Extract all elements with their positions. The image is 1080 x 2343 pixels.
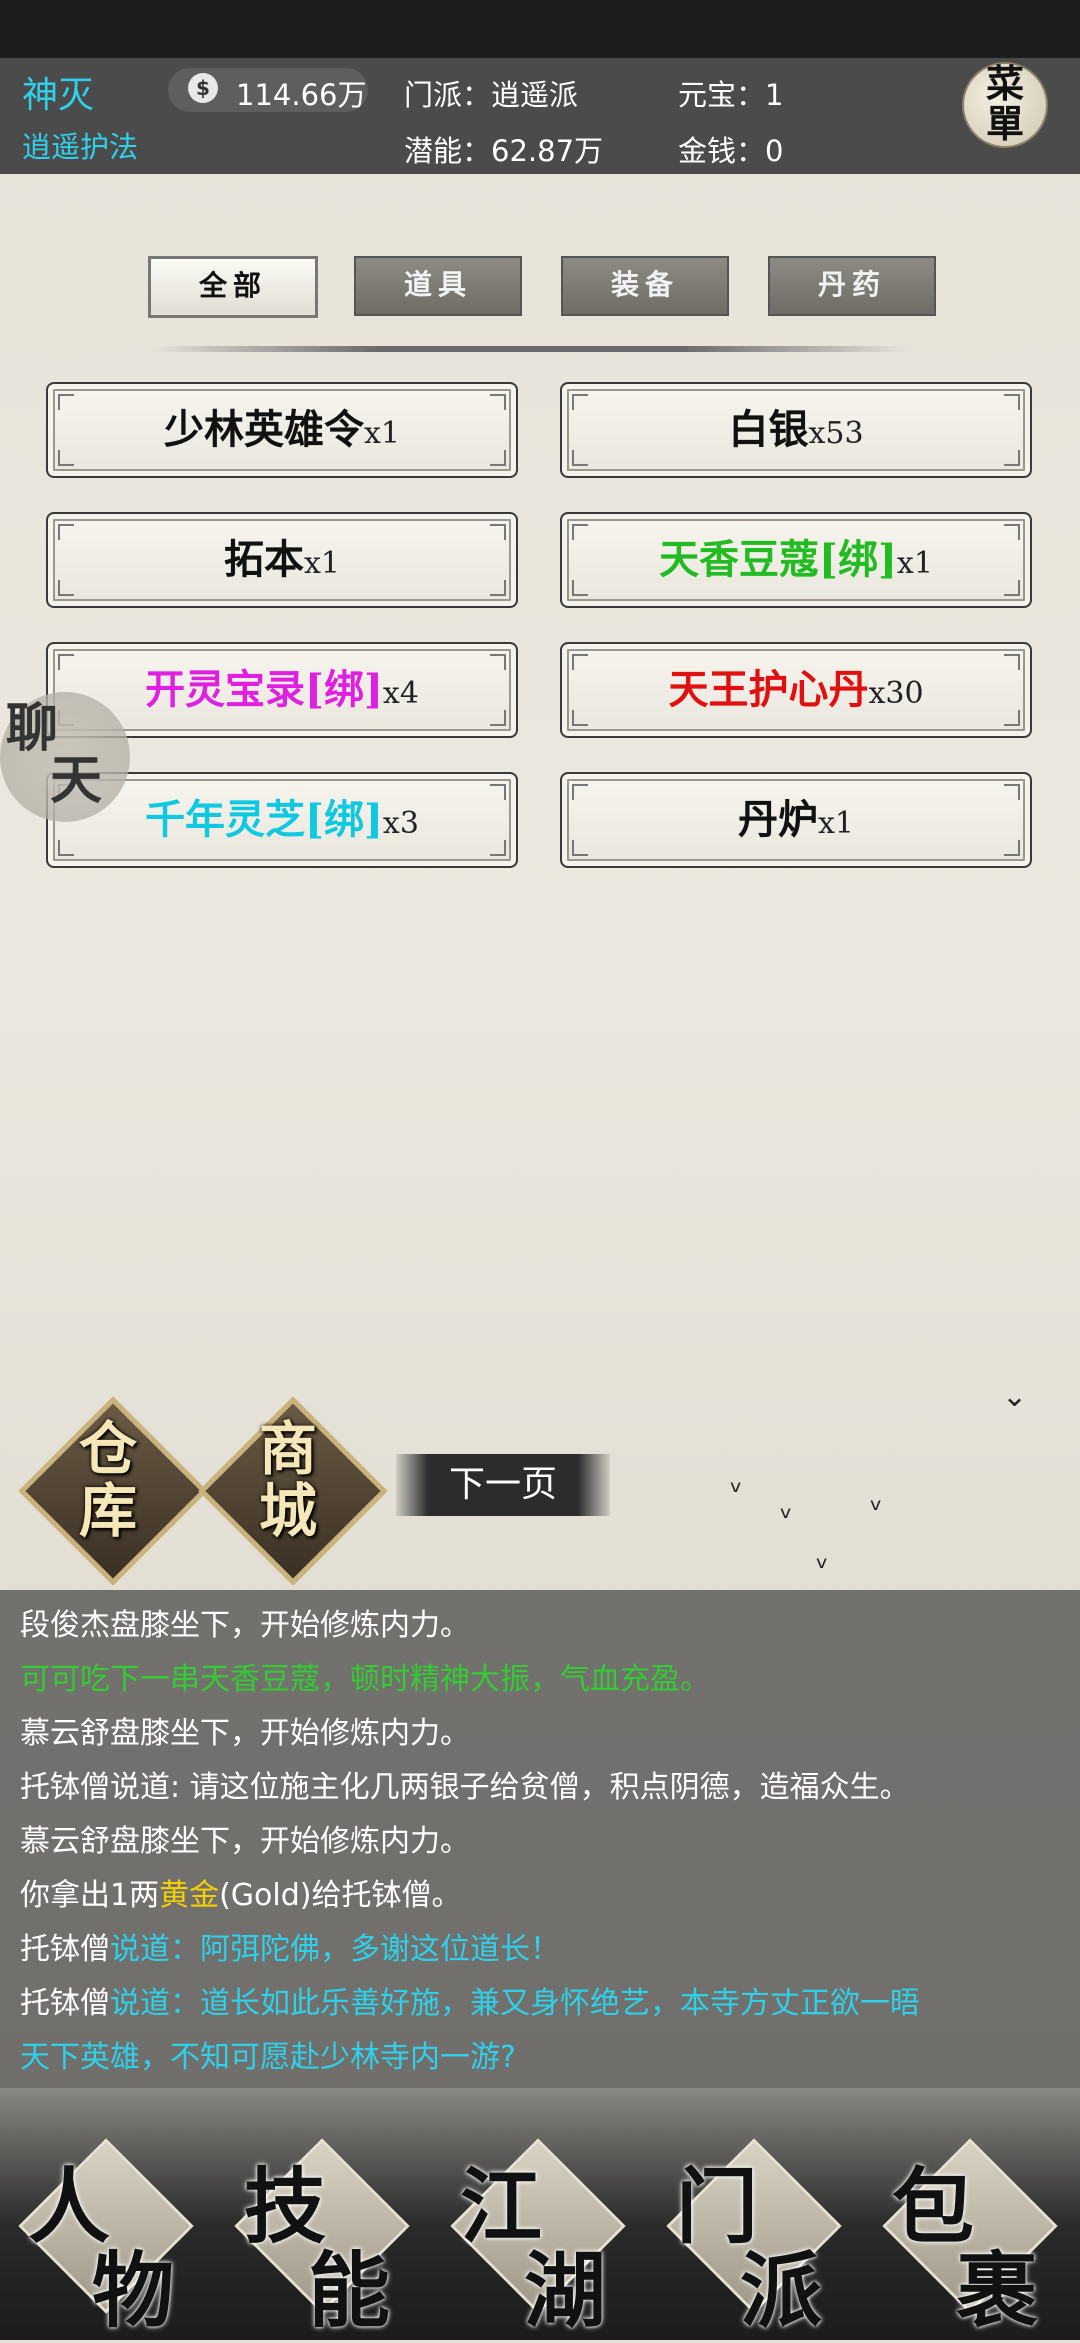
log-line: 托钵僧说道: 请这位施主化几两银子给贫僧，积点阴德，造福众生。 bbox=[20, 1770, 910, 1805]
log-line: 慕云舒盘膝坐下，开始修炼内力。 bbox=[20, 1824, 470, 1859]
player-header: 神灭 逍遥护法 $ 114.66万 门派：逍遥派 潜能：62.87万 元宝：1 … bbox=[0, 58, 1080, 174]
item-label: 丹炉x1 bbox=[562, 774, 1030, 866]
menu-char: 單 bbox=[985, 101, 1024, 146]
player-title: 逍遥护法 bbox=[22, 130, 139, 164]
item-qty: x1 bbox=[363, 416, 400, 451]
log-text-gold: 黄金 bbox=[159, 1878, 220, 1913]
bird-decoration: ⌄ bbox=[1002, 1379, 1028, 1414]
tab-props[interactable]: 道具 bbox=[354, 256, 522, 316]
warehouse-label: 仓库 bbox=[68, 1418, 148, 1542]
item-label: 拓本x1 bbox=[48, 514, 516, 606]
bird-decoration: ᵛ bbox=[730, 1475, 743, 1510]
item-label: 白银x53 bbox=[562, 384, 1030, 476]
tab-divider bbox=[150, 346, 910, 352]
log-line: 天下英雄，不知可愿赴少林寺内一游? bbox=[20, 2040, 516, 2075]
potential-label: 潜能：62.87万 bbox=[404, 134, 604, 168]
log-line: 你拿出1两黄金(Gold)给托钵僧。 bbox=[20, 1870, 461, 1914]
item-name: 少林英雄令 bbox=[163, 406, 364, 453]
inventory-item[interactable]: 拓本x1 bbox=[46, 512, 518, 608]
warehouse-char: 库 bbox=[78, 1477, 137, 1545]
nav-char: 物 bbox=[92, 2243, 175, 2339]
shop-char: 商 bbox=[258, 1415, 317, 1483]
next-page-button[interactable]: 下一页 bbox=[396, 1454, 610, 1516]
log-line: 托钵僧说道：道长如此乐善好施，兼又身怀绝艺，本寺方丈正欲一晤 bbox=[20, 1978, 920, 2022]
chat-button[interactable]: 聊 天 bbox=[0, 692, 130, 822]
log-line: 慕云舒盘膝坐下，开始修炼内力。 bbox=[20, 1716, 470, 1751]
log-line: 段俊杰盘膝坐下，开始修炼内力。 bbox=[20, 1608, 470, 1643]
player-name[interactable]: 神灭 bbox=[22, 66, 94, 118]
item-qty: x1 bbox=[896, 546, 933, 581]
item-name: 白银 bbox=[728, 406, 809, 453]
item-qty: x30 bbox=[868, 676, 924, 711]
nav-sect[interactable]: 门 派 bbox=[648, 2120, 848, 2339]
money-label: 金钱：0 bbox=[678, 134, 784, 168]
item-name: 天香豆蔻[绑] bbox=[659, 536, 897, 583]
log-text-cyan: 说道：道长如此乐善好施，兼又身怀绝艺，本寺方丈正欲一晤 bbox=[110, 1986, 920, 2021]
tab-all[interactable]: 全部 bbox=[148, 256, 318, 318]
yuanbao-label: 元宝：1 bbox=[678, 78, 784, 112]
chat-char: 聊 bbox=[6, 698, 59, 759]
tab-equipment[interactable]: 装备 bbox=[561, 256, 729, 316]
warehouse-char: 仓 bbox=[78, 1415, 137, 1483]
nav-char: 能 bbox=[308, 2243, 391, 2339]
status-bar bbox=[0, 0, 1080, 58]
menu-button[interactable]: 菜 單 bbox=[962, 62, 1048, 148]
nav-char: 派 bbox=[740, 2243, 823, 2339]
log-text: 托钵僧 bbox=[20, 1986, 110, 2021]
item-label: 天王护心丹x30 bbox=[562, 644, 1030, 736]
coin-amount: 114.66万 bbox=[236, 78, 367, 112]
log-line: 托钵僧说道：阿弭陀佛，多谢这位道长！ bbox=[20, 1924, 560, 1968]
nav-char: 湖 bbox=[524, 2243, 607, 2339]
item-name: 丹炉 bbox=[737, 796, 818, 843]
item-name: 天王护心丹 bbox=[668, 666, 869, 713]
log-line: 可可吃下一串天香豆蔻，顿时精神大振，气血充盈。 bbox=[20, 1662, 710, 1697]
item-name: 千年灵芝[绑] bbox=[145, 796, 383, 843]
tab-elixir[interactable]: 丹药 bbox=[768, 256, 936, 316]
shop-char: 城 bbox=[258, 1477, 317, 1545]
bird-decoration: ᵛ bbox=[816, 1551, 829, 1586]
nav-skills[interactable]: 技 能 bbox=[216, 2120, 416, 2339]
item-qty: x4 bbox=[382, 676, 419, 711]
item-label: 天香豆蔻[绑]x1 bbox=[562, 514, 1030, 606]
bird-decoration: ᵛ bbox=[870, 1493, 883, 1528]
item-qty: x53 bbox=[808, 416, 864, 451]
shop-label: 商城 bbox=[248, 1418, 328, 1542]
menu-char: 菜 bbox=[985, 61, 1024, 106]
chat-char: 天 bbox=[50, 750, 103, 811]
inventory-item[interactable]: 丹炉x1 bbox=[560, 772, 1032, 868]
message-log: 段俊杰盘膝坐下，开始修炼内力。 可可吃下一串天香豆蔻，顿时精神大振，气血充盈。 … bbox=[0, 1590, 1080, 2088]
yin-yang-icon: $ bbox=[188, 73, 218, 103]
nav-char: 裹 bbox=[956, 2243, 1039, 2339]
log-text: (Gold)给托钵僧。 bbox=[219, 1878, 462, 1913]
item-qty: x1 bbox=[817, 806, 854, 841]
inventory-item[interactable]: 天王护心丹x30 bbox=[560, 642, 1032, 738]
inventory-item[interactable]: 少林英雄令x1 bbox=[46, 382, 518, 478]
item-name: 拓本 bbox=[223, 536, 304, 583]
item-name: 开灵宝录[绑] bbox=[145, 666, 383, 713]
inventory-item[interactable]: 天香豆蔻[绑]x1 bbox=[560, 512, 1032, 608]
item-label: 少林英雄令x1 bbox=[48, 384, 516, 476]
sect-label: 门派：逍遥派 bbox=[404, 78, 579, 112]
item-qty: x1 bbox=[303, 546, 340, 581]
nav-jianghu[interactable]: 江 湖 bbox=[432, 2120, 632, 2339]
item-qty: x3 bbox=[382, 806, 419, 841]
nav-inventory[interactable]: 包 裹 bbox=[864, 2120, 1064, 2339]
log-text: 你拿出1两 bbox=[20, 1878, 160, 1913]
nav-character[interactable]: 人 物 bbox=[0, 2120, 200, 2339]
inventory-item[interactable]: 白银x53 bbox=[560, 382, 1032, 478]
log-text: 托钵僧 bbox=[20, 1932, 110, 1967]
log-text-cyan: 说道：阿弭陀佛，多谢这位道长！ bbox=[110, 1932, 560, 1967]
bird-decoration: ᵛ bbox=[780, 1501, 793, 1536]
